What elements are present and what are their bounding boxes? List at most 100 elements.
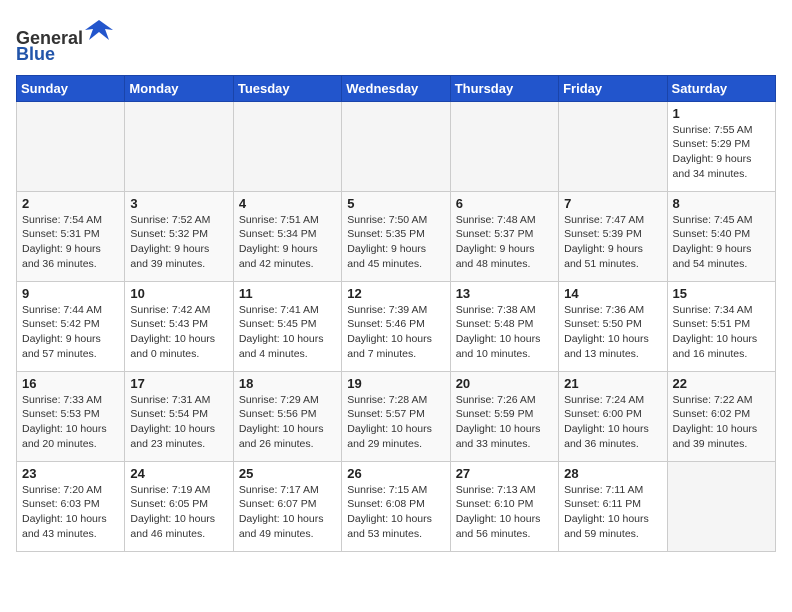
day-info: Sunrise: 7:15 AM Sunset: 6:08 PM Dayligh…: [347, 483, 444, 542]
calendar-cell: 28 Sunrise: 7:11 AM Sunset: 6:11 PM Dayli…: [559, 461, 667, 551]
day-info: Sunrise: 7:11 AM Sunset: 6:11 PM Dayligh…: [564, 483, 661, 542]
day-number: 6: [456, 196, 553, 211]
day-info: Sunrise: 7:33 AM Sunset: 5:53 PM Dayligh…: [22, 393, 119, 452]
day-info: Sunrise: 7:22 AM Sunset: 6:02 PM Dayligh…: [673, 393, 770, 452]
day-number: 16: [22, 376, 119, 391]
day-number: 17: [130, 376, 227, 391]
logo-blue-text: Blue: [16, 44, 55, 64]
calendar-week-row: 23 Sunrise: 7:20 AM Sunset: 6:03 PM Dayli…: [17, 461, 776, 551]
logo: General Blue: [16, 16, 113, 65]
calendar-cell: [667, 461, 775, 551]
calendar-week-row: 9 Sunrise: 7:44 AM Sunset: 5:42 PM Daylig…: [17, 281, 776, 371]
weekday-header-friday: Friday: [559, 75, 667, 101]
calendar-cell: 21 Sunrise: 7:24 AM Sunset: 6:00 PM Dayli…: [559, 371, 667, 461]
weekday-header-tuesday: Tuesday: [233, 75, 341, 101]
day-number: 20: [456, 376, 553, 391]
calendar-cell: 15 Sunrise: 7:34 AM Sunset: 5:51 PM Dayli…: [667, 281, 775, 371]
day-number: 8: [673, 196, 770, 211]
calendar-cell: 1 Sunrise: 7:55 AM Sunset: 5:29 PM Daylig…: [667, 101, 775, 191]
day-info: Sunrise: 7:17 AM Sunset: 6:07 PM Dayligh…: [239, 483, 336, 542]
calendar-cell: [342, 101, 450, 191]
day-info: Sunrise: 7:29 AM Sunset: 5:56 PM Dayligh…: [239, 393, 336, 452]
day-number: 14: [564, 286, 661, 301]
day-info: Sunrise: 7:41 AM Sunset: 5:45 PM Dayligh…: [239, 303, 336, 362]
calendar-cell: 17 Sunrise: 7:31 AM Sunset: 5:54 PM Dayli…: [125, 371, 233, 461]
calendar-cell: 23 Sunrise: 7:20 AM Sunset: 6:03 PM Dayli…: [17, 461, 125, 551]
day-info: Sunrise: 7:50 AM Sunset: 5:35 PM Dayligh…: [347, 213, 444, 272]
day-number: 9: [22, 286, 119, 301]
calendar-week-row: 16 Sunrise: 7:33 AM Sunset: 5:53 PM Dayli…: [17, 371, 776, 461]
day-number: 21: [564, 376, 661, 391]
logo-bird-icon: [85, 16, 113, 44]
day-number: 22: [673, 376, 770, 391]
calendar-cell: [233, 101, 341, 191]
calendar-cell: 5 Sunrise: 7:50 AM Sunset: 5:35 PM Daylig…: [342, 191, 450, 281]
weekday-header-monday: Monday: [125, 75, 233, 101]
day-info: Sunrise: 7:51 AM Sunset: 5:34 PM Dayligh…: [239, 213, 336, 272]
day-info: Sunrise: 7:39 AM Sunset: 5:46 PM Dayligh…: [347, 303, 444, 362]
day-number: 27: [456, 466, 553, 481]
calendar-table: SundayMondayTuesdayWednesdayThursdayFrid…: [16, 75, 776, 552]
calendar-cell: 13 Sunrise: 7:38 AM Sunset: 5:48 PM Dayli…: [450, 281, 558, 371]
day-info: Sunrise: 7:52 AM Sunset: 5:32 PM Dayligh…: [130, 213, 227, 272]
day-info: Sunrise: 7:45 AM Sunset: 5:40 PM Dayligh…: [673, 213, 770, 272]
calendar-cell: 14 Sunrise: 7:36 AM Sunset: 5:50 PM Dayli…: [559, 281, 667, 371]
day-info: Sunrise: 7:55 AM Sunset: 5:29 PM Dayligh…: [673, 123, 770, 182]
calendar-cell: 8 Sunrise: 7:45 AM Sunset: 5:40 PM Daylig…: [667, 191, 775, 281]
day-number: 23: [22, 466, 119, 481]
page-header: General Blue: [16, 16, 776, 65]
weekday-header-thursday: Thursday: [450, 75, 558, 101]
day-info: Sunrise: 7:34 AM Sunset: 5:51 PM Dayligh…: [673, 303, 770, 362]
day-info: Sunrise: 7:28 AM Sunset: 5:57 PM Dayligh…: [347, 393, 444, 452]
calendar-cell: [17, 101, 125, 191]
day-number: 15: [673, 286, 770, 301]
calendar-cell: 25 Sunrise: 7:17 AM Sunset: 6:07 PM Dayli…: [233, 461, 341, 551]
calendar-cell: 11 Sunrise: 7:41 AM Sunset: 5:45 PM Dayli…: [233, 281, 341, 371]
day-info: Sunrise: 7:47 AM Sunset: 5:39 PM Dayligh…: [564, 213, 661, 272]
calendar-cell: 10 Sunrise: 7:42 AM Sunset: 5:43 PM Dayli…: [125, 281, 233, 371]
day-number: 13: [456, 286, 553, 301]
day-number: 19: [347, 376, 444, 391]
weekday-header-saturday: Saturday: [667, 75, 775, 101]
calendar-cell: 16 Sunrise: 7:33 AM Sunset: 5:53 PM Dayli…: [17, 371, 125, 461]
calendar-cell: 24Sunrise: 7:19 AM Sunset: 6:05 PM Dayli…: [125, 461, 233, 551]
calendar-cell: [450, 101, 558, 191]
day-info: Sunrise: 7:42 AM Sunset: 5:43 PM Dayligh…: [130, 303, 227, 362]
day-info: Sunrise: 7:44 AM Sunset: 5:42 PM Dayligh…: [22, 303, 119, 362]
day-number: 11: [239, 286, 336, 301]
day-number: 12: [347, 286, 444, 301]
day-info: Sunrise: 7:48 AM Sunset: 5:37 PM Dayligh…: [456, 213, 553, 272]
calendar-cell: 20Sunrise: 7:26 AM Sunset: 5:59 PM Dayli…: [450, 371, 558, 461]
weekday-header-row: SundayMondayTuesdayWednesdayThursdayFrid…: [17, 75, 776, 101]
day-info: Sunrise: 7:24 AM Sunset: 6:00 PM Dayligh…: [564, 393, 661, 452]
calendar-cell: 27Sunrise: 7:13 AM Sunset: 6:10 PM Dayli…: [450, 461, 558, 551]
weekday-header-sunday: Sunday: [17, 75, 125, 101]
day-number: 18: [239, 376, 336, 391]
day-number: 1: [673, 106, 770, 121]
day-number: 4: [239, 196, 336, 211]
calendar-cell: 26Sunrise: 7:15 AM Sunset: 6:08 PM Dayli…: [342, 461, 450, 551]
day-number: 24: [130, 466, 227, 481]
day-info: Sunrise: 7:38 AM Sunset: 5:48 PM Dayligh…: [456, 303, 553, 362]
calendar-cell: 4 Sunrise: 7:51 AM Sunset: 5:34 PM Daylig…: [233, 191, 341, 281]
calendar-cell: 22 Sunrise: 7:22 AM Sunset: 6:02 PM Dayli…: [667, 371, 775, 461]
calendar-cell: 6 Sunrise: 7:48 AM Sunset: 5:37 PM Daylig…: [450, 191, 558, 281]
day-info: Sunrise: 7:54 AM Sunset: 5:31 PM Dayligh…: [22, 213, 119, 272]
calendar-cell: 7Sunrise: 7:47 AM Sunset: 5:39 PM Daylig…: [559, 191, 667, 281]
day-info: Sunrise: 7:36 AM Sunset: 5:50 PM Dayligh…: [564, 303, 661, 362]
weekday-header-wednesday: Wednesday: [342, 75, 450, 101]
calendar-cell: 18 Sunrise: 7:29 AM Sunset: 5:56 PM Dayli…: [233, 371, 341, 461]
day-info: Sunrise: 7:31 AM Sunset: 5:54 PM Dayligh…: [130, 393, 227, 452]
calendar-week-row: 1 Sunrise: 7:55 AM Sunset: 5:29 PM Daylig…: [17, 101, 776, 191]
calendar-cell: 2Sunrise: 7:54 AM Sunset: 5:31 PM Daylig…: [17, 191, 125, 281]
day-number: 3: [130, 196, 227, 211]
day-info: Sunrise: 7:20 AM Sunset: 6:03 PM Dayligh…: [22, 483, 119, 542]
calendar-week-row: 2Sunrise: 7:54 AM Sunset: 5:31 PM Daylig…: [17, 191, 776, 281]
day-number: 10: [130, 286, 227, 301]
day-number: 25: [239, 466, 336, 481]
calendar-cell: 9 Sunrise: 7:44 AM Sunset: 5:42 PM Daylig…: [17, 281, 125, 371]
day-number: 5: [347, 196, 444, 211]
day-number: 28: [564, 466, 661, 481]
calendar-cell: 12 Sunrise: 7:39 AM Sunset: 5:46 PM Dayli…: [342, 281, 450, 371]
calendar-cell: 19 Sunrise: 7:28 AM Sunset: 5:57 PM Dayli…: [342, 371, 450, 461]
